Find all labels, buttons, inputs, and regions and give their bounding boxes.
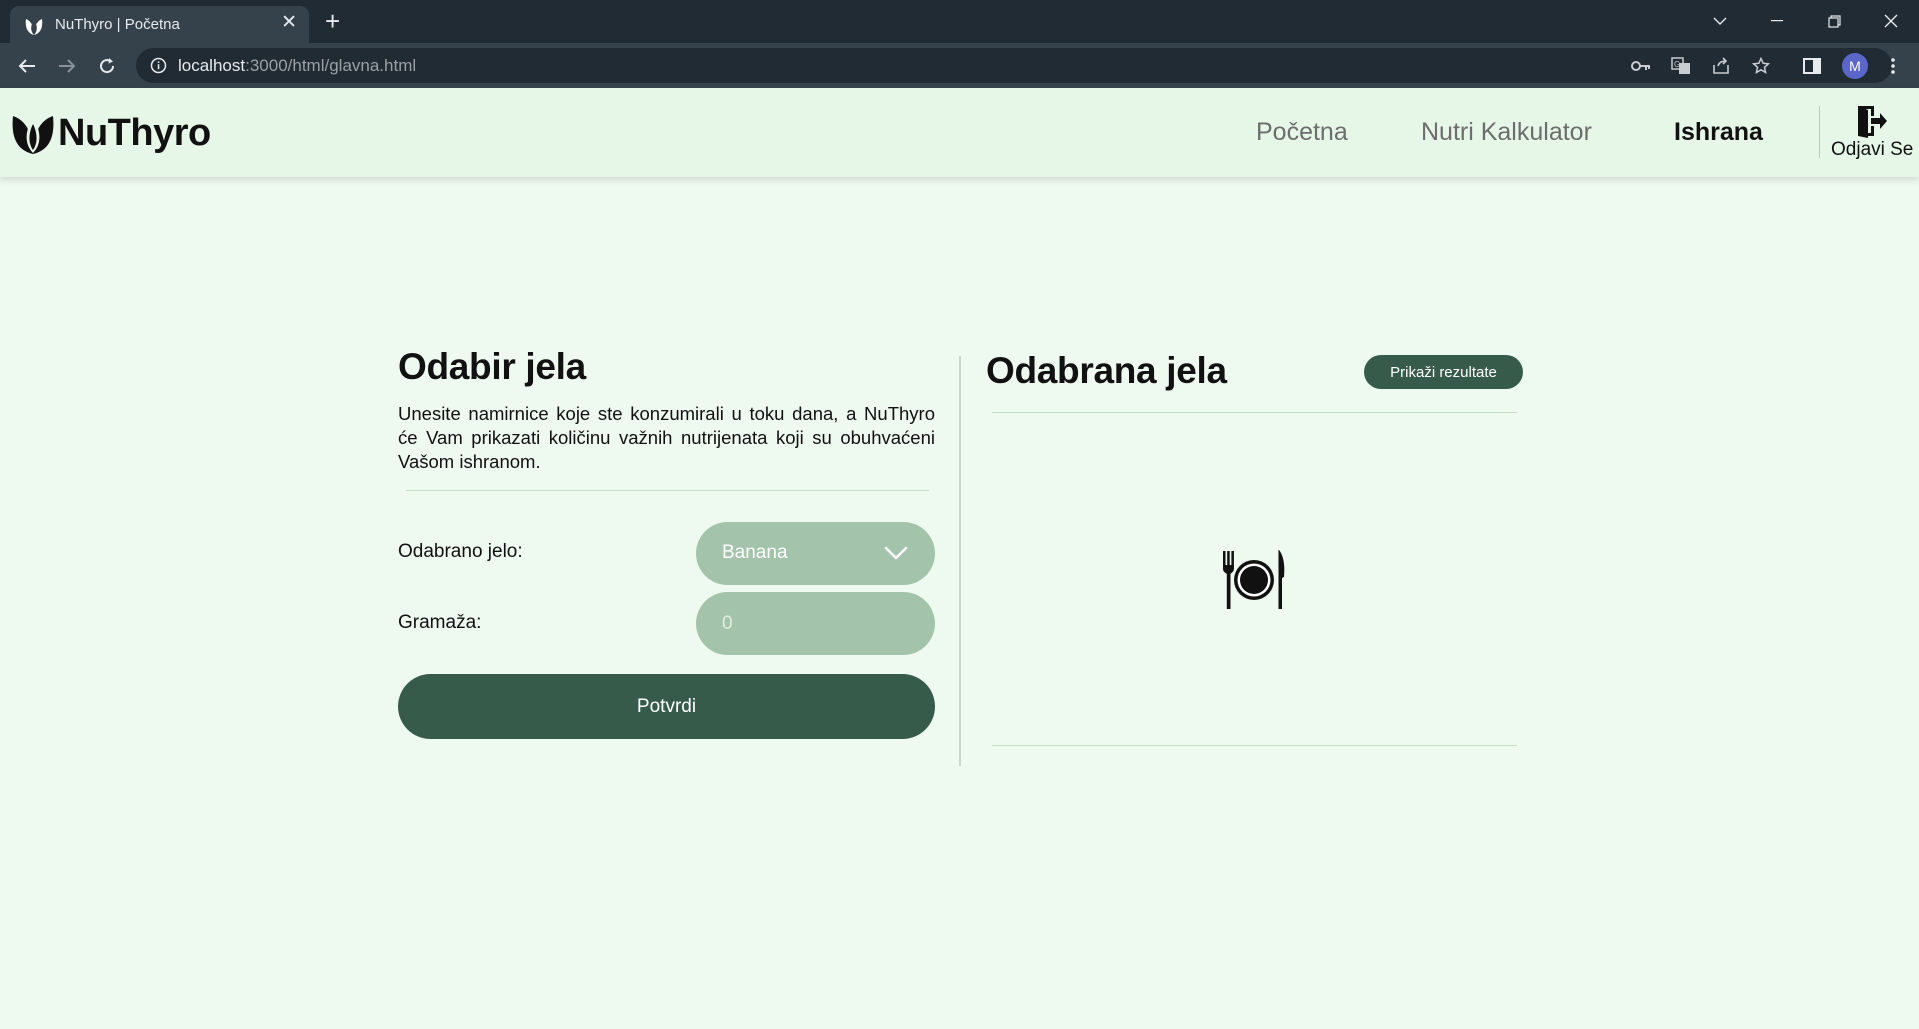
- selected-dishes-top-divider: [992, 412, 1517, 413]
- translate-icon[interactable]: G: [1670, 56, 1692, 76]
- menu-kebab-icon[interactable]: [1881, 54, 1905, 78]
- plate-cutlery-icon: [1223, 550, 1285, 609]
- address-bar[interactable]: localhost:3000/html/glavna.html G: [136, 48, 1892, 83]
- column-divider: [959, 356, 961, 766]
- url-text: localhost:3000/html/glavna.html: [178, 56, 417, 75]
- browser-tab-strip: NuThyro | Početna ✕ +: [0, 0, 1919, 43]
- nav-link-pocetna[interactable]: Početna: [1256, 118, 1348, 147]
- nav-divider: [1819, 106, 1820, 158]
- share-icon[interactable]: [1710, 56, 1732, 76]
- leaf-logo-icon: [12, 116, 54, 154]
- side-panel-icon[interactable]: [1800, 54, 1824, 78]
- nav-link-nutri-kalkulator[interactable]: Nutri Kalkulator: [1421, 118, 1592, 147]
- site-header: NuThyro Početna Nutri Kalkulator Ishrana…: [0, 88, 1919, 177]
- bookmark-star-icon[interactable]: [1750, 56, 1772, 76]
- logout-label: Odjavi Se: [1831, 139, 1914, 160]
- grams-input[interactable]: [696, 592, 935, 655]
- selected-dishes-bottom-divider: [992, 745, 1517, 746]
- close-tab-icon[interactable]: ✕: [281, 13, 297, 33]
- site-info-icon[interactable]: [150, 57, 167, 74]
- dish-selection-section: Odabir jela Unesite namirnice koje ste k…: [398, 346, 935, 474]
- section-divider: [406, 490, 929, 491]
- brand-home-link[interactable]: NuThyro: [10, 110, 211, 156]
- svg-text:G: G: [1674, 60, 1680, 69]
- dish-selection-title: Odabir jela: [398, 346, 586, 387]
- forward-arrow-icon[interactable]: [53, 52, 81, 80]
- dish-select-value: Banana: [722, 542, 788, 563]
- tab-title: NuThyro | Početna: [55, 16, 180, 33]
- grams-label: Gramaža:: [398, 612, 482, 633]
- dish-select[interactable]: Banana: [696, 522, 935, 585]
- nav-link-ishrana[interactable]: Ishrana: [1674, 118, 1763, 147]
- back-arrow-icon[interactable]: [13, 52, 41, 80]
- logout-door-icon: [1858, 106, 1887, 138]
- profile-avatar[interactable]: M: [1842, 53, 1868, 79]
- reload-icon[interactable]: [93, 52, 121, 80]
- show-results-button[interactable]: Prikaži rezultate: [1364, 355, 1523, 389]
- tab-search-icon[interactable]: [1700, 6, 1740, 36]
- chevron-down-icon: [884, 546, 908, 560]
- leaf-favicon-icon: [25, 19, 43, 35]
- brand-name: NuThyro: [58, 111, 211, 154]
- new-tab-icon[interactable]: +: [325, 6, 340, 36]
- restore-icon[interactable]: [1814, 6, 1854, 36]
- browser-tab[interactable]: NuThyro | Početna ✕: [10, 6, 309, 43]
- key-icon[interactable]: [1630, 56, 1652, 76]
- selected-dishes-title: Odabrana jela: [986, 350, 1227, 391]
- intro-text: Unesite namirnice koje ste konzumirali u…: [398, 403, 935, 472]
- browser-toolbar: localhost:3000/html/glavna.html G M: [0, 43, 1919, 88]
- logout-button[interactable]: Odjavi Se: [1831, 104, 1914, 161]
- close-window-icon[interactable]: [1871, 6, 1911, 36]
- confirm-button[interactable]: Potvrdi: [398, 674, 935, 739]
- minimize-icon[interactable]: [1757, 6, 1797, 36]
- dish-label: Odabrano jelo:: [398, 541, 523, 562]
